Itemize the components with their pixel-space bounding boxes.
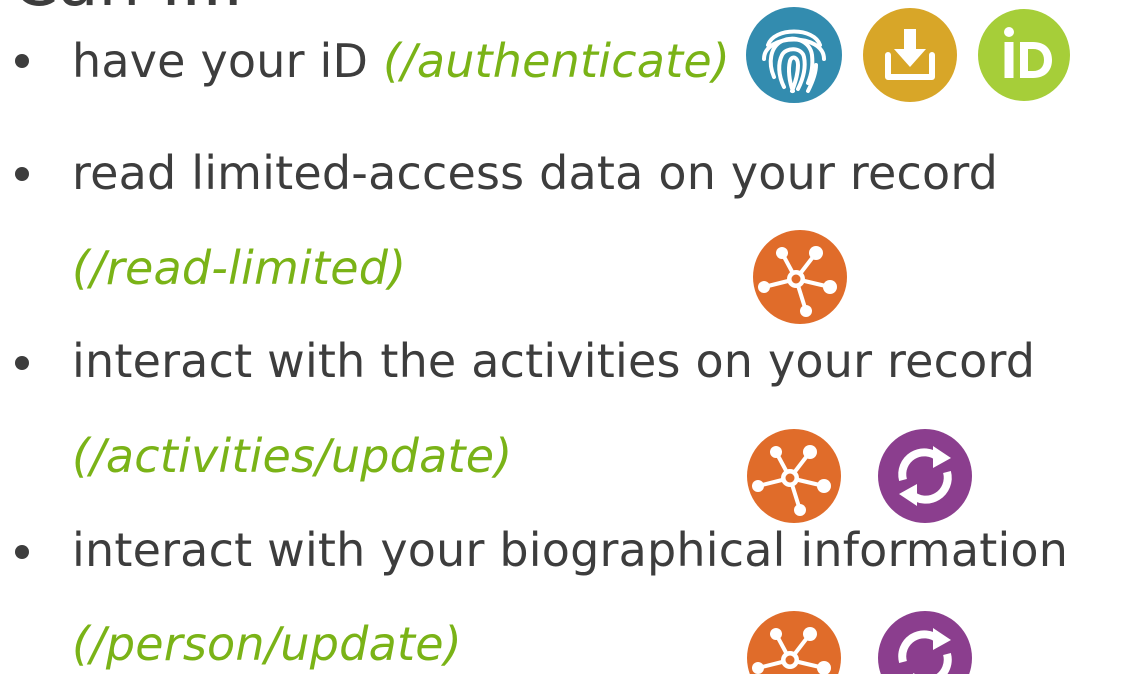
bullet-activities-update: interact with the activities on your rec… [72,333,1035,389]
bullet-text: read limited-access data on your record [72,146,999,200]
network-icon [747,429,841,523]
slide-heading: Can I... [12,0,244,16]
bullet-person-update: interact with your biographical informat… [72,522,1068,578]
bullet-authenticate: have your iD (/authenticate) [72,33,730,89]
bullet-dot [15,545,29,559]
scope-authenticate: (/authenticate) [382,34,730,88]
sync-icon [878,611,972,674]
bullet-dot [15,167,29,181]
sync-icon [878,429,972,523]
fingerprint-icon [746,7,842,103]
scope-read-limited: (/read-limited) [72,241,407,295]
bullet-read-limited: read limited-access data on your record [72,145,998,201]
bullet-text: interact with the activities on your rec… [72,334,1036,388]
scope-person-update: (/person/update) [72,617,462,671]
scope-activities-update: (/activities/update) [72,429,513,483]
bullet-text: have your iD [72,34,383,88]
download-icon [863,8,957,102]
network-icon [747,611,841,674]
network-icon [753,230,847,324]
bullet-text: interact with your biographical informat… [72,523,1069,577]
bullet-dot [15,54,29,68]
bullet-dot [15,356,29,370]
orcid-icon [978,9,1070,101]
